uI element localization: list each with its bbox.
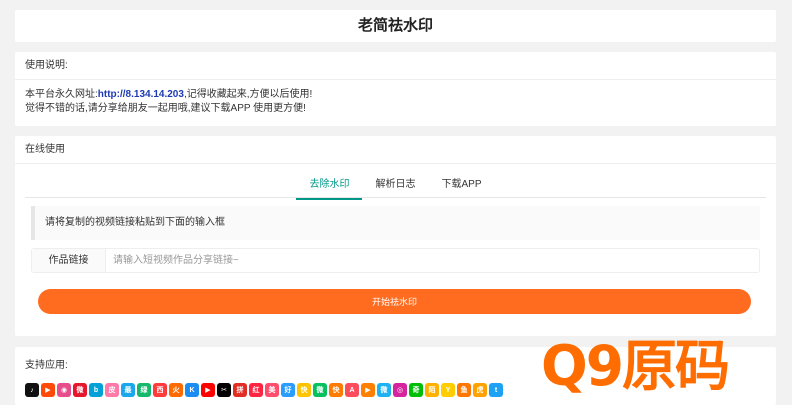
weibo-icon: 微 xyxy=(73,383,87,397)
kuaikan-icon: 快 xyxy=(297,383,311,397)
meipai-icon: 美 xyxy=(265,383,279,397)
tab-download-app[interactable]: 下载APP xyxy=(428,172,494,198)
pinduoduo-icon: 拼 xyxy=(233,383,247,397)
weishi-lite-icon: 微 xyxy=(377,383,391,397)
page-title: 老简祛水印 xyxy=(357,17,433,34)
tool-tabs: 去除水印 解析日志 下载APP xyxy=(25,172,766,200)
usage-info-card: 使用说明: 本平台永久网址:http://8.134.14.203,记得收藏起来… xyxy=(15,52,776,126)
douyin-icon: ♪ xyxy=(25,383,39,397)
title-card: 老简祛水印 xyxy=(15,10,776,42)
kuaishou-lite-icon: 快 xyxy=(329,383,343,397)
supported-apps-row: ♪ ▶ ◉ 微 b 皮最绿西火 K ▶ ✂ 拼红美好快微快 A ▶ 微 ◎ 奇陌 Y 鱼虎 t xyxy=(25,383,503,397)
yy-icon: Y xyxy=(441,383,455,397)
usage-line1-suffix: ,记得收藏起来,方便以后使用! xyxy=(183,89,313,100)
acfun-icon: A xyxy=(345,383,359,397)
usage-info-line1: 本平台永久网址:http://8.134.14.203,记得收藏起来,方便以后使… xyxy=(25,88,766,102)
usage-line1-prefix: 本平台永久网址: xyxy=(25,89,98,100)
usage-info-body: 本平台永久网址:http://8.134.14.203,记得收藏起来,方便以后使… xyxy=(15,80,776,124)
bilibili-icon: b xyxy=(89,383,103,397)
tencent-video-icon: ▶ xyxy=(361,383,375,397)
watermark-text: Q9原码 xyxy=(541,334,730,398)
start-remove-watermark-button[interactable]: 开始祛水印 xyxy=(38,289,751,314)
huoshan-icon: 火 xyxy=(169,383,183,397)
paste-notice: 请将复制的视频链接粘贴到下面的输入框 xyxy=(31,206,760,240)
usage-info-line2: 觉得不错的话,请分享给朋友一起用哦,建议下载APP 使用更方便! xyxy=(25,103,306,114)
wechat-icon: 微 xyxy=(313,383,327,397)
momo-icon: 陌 xyxy=(425,383,439,397)
instagram-icon: ◎ xyxy=(393,383,407,397)
link-input[interactable] xyxy=(106,249,759,272)
lvzhou-icon: 绿 xyxy=(137,383,151,397)
q9-watermark: Q9原码 xyxy=(541,327,792,405)
online-tool-card: 在线使用 去除水印 解析日志 下载APP 请将复制的视频链接粘贴到下面的输入框 … xyxy=(15,136,776,336)
xiaohongshu-icon: 红 xyxy=(249,383,263,397)
xigua-icon: 西 xyxy=(153,383,167,397)
link-input-row: 作品链接 xyxy=(31,248,760,273)
haokan-icon: 好 xyxy=(281,383,295,397)
kuaishou-icon: ▶ xyxy=(41,383,55,397)
usage-info-header: 使用说明: xyxy=(15,52,776,80)
douyu-icon: 鱼 xyxy=(457,383,471,397)
kg-icon: K xyxy=(185,383,199,397)
tab-parse-log[interactable]: 解析日志 xyxy=(362,172,428,198)
youtube-icon: ▶ xyxy=(201,383,215,397)
capcut-icon: ✂ xyxy=(217,383,231,397)
twitter-icon: t xyxy=(489,383,503,397)
pipixia-icon: 皮 xyxy=(105,383,119,397)
tab-remove-watermark[interactable]: 去除水印 xyxy=(296,172,363,200)
huya-icon: 虎 xyxy=(473,383,487,397)
weishi-icon: ◉ xyxy=(57,383,71,397)
link-input-label: 作品链接 xyxy=(32,249,106,272)
iqiyi-icon: 奇 xyxy=(409,383,423,397)
zuiyou-icon: 最 xyxy=(121,383,135,397)
site-url-link[interactable]: http://8.134.14.203 xyxy=(98,89,184,100)
online-tool-header: 在线使用 xyxy=(15,136,776,164)
